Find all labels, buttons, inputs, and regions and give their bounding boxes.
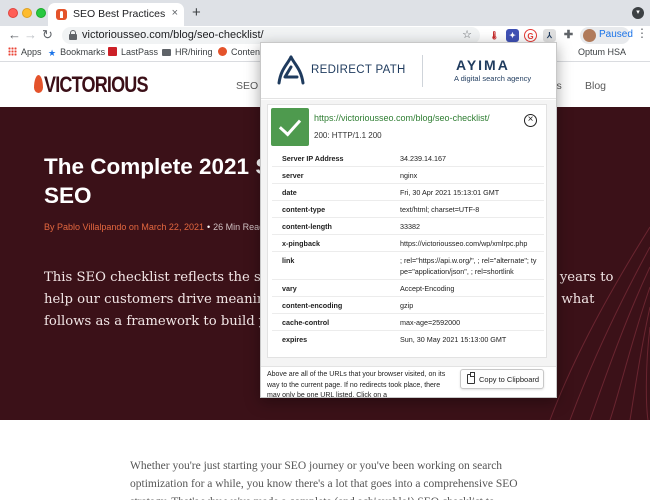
header-key: server <box>272 166 400 184</box>
byline-separator: • <box>206 222 211 232</box>
redirect-path-title: REDIRECT PATH <box>311 64 406 76</box>
header-key: content-encoding <box>272 296 400 314</box>
bookmark-hr-hiring[interactable]: HR/hiring <box>162 47 213 57</box>
header-value: gzip <box>400 296 544 314</box>
footer-explanation: Above are all of the URLs that your brow… <box>267 371 446 398</box>
reload-icon[interactable]: ↻ <box>42 27 53 43</box>
popup-header: REDIRECT PATH AYIMA A digital search age… <box>261 43 556 99</box>
result-url[interactable]: https://victoriousseo.com/blog/seo-check… <box>314 113 490 123</box>
article-byline: By Pablo Villalpando on March 22, 2021 • 2… <box>44 222 265 232</box>
header-row: link; rel="https://api.w.org/", ; rel="a… <box>272 251 544 280</box>
bookmark-lastpass[interactable]: LastPass <box>108 47 158 57</box>
header-value: max-age=2592000 <box>400 313 544 331</box>
popup-footer: Above are all of the URLs that your brow… <box>261 366 556 398</box>
flame-logo-icon <box>34 75 43 93</box>
tab-title: SEO Best Practices Checklist, <box>73 8 165 20</box>
response-headers-table: Server IP Address 34.239.14.167 server ngin… <box>272 150 544 347</box>
header-key: x-pingback <box>272 234 400 252</box>
header-value: ; rel="https://api.w.org/", ; rel="alter… <box>400 251 544 280</box>
checkmark-icon <box>271 108 309 146</box>
header-key: expires <box>272 330 400 347</box>
forward-arrow-icon[interactable]: → <box>24 27 37 42</box>
close-circle-icon[interactable]: × <box>524 114 537 127</box>
window-zoom-button[interactable] <box>36 8 46 18</box>
star-icon: ★ <box>48 48 57 58</box>
tab-search-icon[interactable]: ▾ <box>632 7 644 19</box>
header-key: link <box>272 251 400 280</box>
ayima-tagline: A digital search agency <box>454 74 532 83</box>
lastpass-icon <box>108 47 117 56</box>
ayima-logo[interactable]: AYIMA <box>456 57 510 73</box>
clipboard-icon <box>467 372 475 384</box>
redirect-path-logo-icon <box>277 55 305 85</box>
header-row: Server IP Address 34.239.14.167 <box>272 150 544 167</box>
extension-red-circle-icon[interactable]: G <box>524 29 537 42</box>
header-value: nginx <box>400 166 544 184</box>
profile-button[interactable]: Paused <box>580 27 633 44</box>
lock-icon <box>69 30 77 40</box>
window-minimize-button[interactable] <box>22 8 32 18</box>
header-value: 33382 <box>400 217 544 235</box>
header-row: expires Sun, 30 May 2021 15:13:00 GMT <box>272 330 544 347</box>
result-status: 200: HTTP/1.1 200 <box>314 131 382 140</box>
author-link[interactable]: Pablo Villalpando <box>57 222 126 232</box>
header-row: content-type text/html; charset=UTF-8 <box>272 200 544 218</box>
popup-results: https://victoriousseo.com/blog/seo-check… <box>261 100 556 366</box>
bookmark-bookmarks[interactable]: ★ Bookmarks <box>48 47 105 58</box>
window-close-button[interactable] <box>8 8 18 18</box>
nav-blog[interactable]: Blog <box>585 80 606 92</box>
header-value: 34.239.14.167 <box>400 154 446 163</box>
apps-grid-icon <box>8 47 17 56</box>
header-row: server nginx <box>272 166 544 184</box>
header-key: date <box>272 183 400 201</box>
tab-active[interactable]: SEO Best Practices Checklist, × <box>48 3 184 26</box>
header-row: date Fri, 30 Apr 2021 15:13:01 GMT <box>272 183 544 201</box>
redirect-path-popup: REDIRECT PATH AYIMA A digital search age… <box>260 42 557 398</box>
redirect-result-card: https://victoriousseo.com/blog/seo-check… <box>267 104 547 358</box>
header-row: vary Accept-Encoding <box>272 279 544 297</box>
header-value: Accept-Encoding <box>400 279 544 297</box>
header-value: Sun, 30 May 2021 15:13:00 GMT <box>400 330 544 347</box>
profile-status: Paused <box>599 29 633 40</box>
bookmark-star-icon[interactable]: ☆ <box>462 28 472 41</box>
new-tab-button[interactable]: + <box>192 4 201 21</box>
header-key: Server IP Address <box>282 154 344 163</box>
header-row: x-pingback https://victoriousseo.com/wp/x… <box>272 234 544 252</box>
thermometer-extension-icon[interactable]: 🌡 <box>488 29 501 42</box>
bookmark-optum-hsa[interactable]: Optum HSA <box>578 47 626 57</box>
back-arrow-icon[interactable]: ← <box>8 27 21 42</box>
victorious-favicon-icon <box>56 9 67 20</box>
article-body: Whether you're just starting your SEO jo… <box>130 460 518 500</box>
publish-date: March 22, 2021 <box>141 222 204 232</box>
header-row: content-encoding gzip <box>272 296 544 314</box>
address-url[interactable]: victoriousseo.com/blog/seo-checklist/ <box>82 29 264 41</box>
read-time: 26 Min Read <box>213 222 265 232</box>
copy-to-clipboard-button[interactable]: Copy to Clipboard <box>460 369 544 389</box>
tab-close-icon[interactable]: × <box>172 7 178 19</box>
header-key: content-type <box>272 200 400 218</box>
header-key: content-length <box>272 217 400 235</box>
tab-strip: SEO Best Practices Checklist, × + ▾ <box>0 0 650 26</box>
contentk-icon <box>218 47 227 56</box>
extensions-puzzle-icon[interactable]: ✚ <box>562 29 575 42</box>
header-value: text/html; charset=UTF-8 <box>400 200 544 218</box>
copy-button-label: Copy to Clipboard <box>479 375 540 384</box>
redirect-path-extension-icon[interactable]: ⅄ <box>543 29 556 42</box>
avatar <box>583 29 596 42</box>
header-row: content-length 33382 <box>272 217 544 235</box>
header-row: cache-control max-age=2592000 <box>272 313 544 331</box>
header-divider <box>422 55 423 87</box>
site-logo[interactable]: VICTORIOUS <box>44 72 149 98</box>
header-key: vary <box>272 279 400 297</box>
header-value: https://victoriousseo.com/wp/xmlrpc.php <box>400 234 544 252</box>
header-value: Fri, 30 Apr 2021 15:13:01 GMT <box>400 183 544 201</box>
extension-blue-icon[interactable]: ✦ <box>506 29 519 42</box>
bookmark-apps[interactable]: Apps <box>8 47 42 57</box>
folder-icon <box>162 49 171 56</box>
chrome-menu-icon[interactable]: ⋮ <box>636 26 648 40</box>
header-key: cache-control <box>272 313 400 331</box>
